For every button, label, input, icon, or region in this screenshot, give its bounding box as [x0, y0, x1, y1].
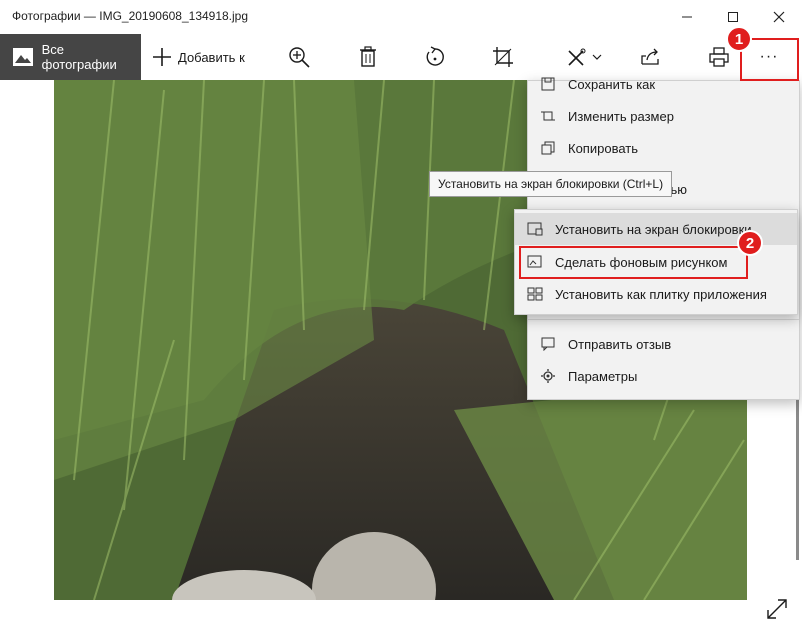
add-to-button[interactable]: Добавить к: [152, 34, 245, 80]
expand-icon: [767, 599, 787, 619]
save-icon: [540, 76, 556, 92]
tooltip: Установить на экран блокировки (Ctrl+L): [429, 171, 673, 197]
menu-item-label: Изменить размер: [568, 108, 674, 124]
menu-item-label: Сохранить как: [568, 76, 656, 92]
delete-icon: [360, 46, 376, 67]
minimize-icon: [682, 16, 692, 18]
fullscreen-button[interactable]: [764, 596, 790, 622]
crop-button[interactable]: [489, 34, 517, 80]
menu-item-label: Параметры: [568, 368, 638, 384]
menu-item-label: Копировать: [568, 140, 638, 156]
settings-icon: [540, 368, 556, 384]
lockscreen-icon: [527, 221, 543, 237]
minimize-button[interactable]: [664, 2, 710, 32]
zoom-button[interactable]: [285, 34, 313, 80]
zoom-in-icon: [289, 47, 310, 68]
edit-icon: [568, 48, 586, 66]
highlight-wallpaper-item: [519, 246, 748, 279]
tile-icon: [527, 286, 543, 302]
title-bar: Фотографии — IMG_20190608_134918.jpg: [0, 0, 802, 34]
submenu-item-tile[interactable]: Установить как плитку приложения: [515, 278, 797, 310]
all-photos-button[interactable]: Все фотографии: [0, 34, 141, 80]
feedback-icon: [540, 336, 556, 352]
window-title: Фотографии — IMG_20190608_134918.jpg: [12, 9, 249, 23]
all-photos-label: Все фотографии: [41, 42, 117, 72]
menu-item-copy[interactable]: Копировать: [528, 132, 799, 164]
chevron-down-icon: [592, 54, 602, 60]
photo-icon: [13, 48, 33, 66]
menu-item-resize[interactable]: Изменить размер: [528, 100, 799, 132]
copy-icon: [540, 140, 556, 156]
close-button[interactable]: [756, 2, 802, 32]
annotation-badge-1: 1: [726, 26, 752, 52]
rotate-icon: [426, 46, 444, 66]
delete-button[interactable]: [354, 34, 382, 80]
submenu-item-label: Установить на экран блокировки: [555, 221, 752, 237]
share-icon: [641, 48, 659, 65]
maximize-icon: [728, 12, 738, 22]
resize-icon: [540, 108, 556, 124]
close-icon: [773, 11, 785, 23]
annotation-badge-2: 2: [737, 230, 763, 256]
submenu-item-label: Установить как плитку приложения: [555, 286, 767, 302]
print-icon: [709, 47, 729, 67]
menu-item-label: Отправить отзыв: [568, 336, 672, 352]
add-to-label: Добавить к: [178, 49, 245, 65]
menu-item-feedback[interactable]: Отправить отзыв: [528, 328, 799, 360]
menu-item-settings[interactable]: Параметры: [528, 360, 799, 392]
rotate-button[interactable]: [421, 34, 449, 80]
plus-icon: [153, 48, 171, 66]
crop-icon: [493, 47, 513, 67]
menu-separator: [528, 319, 799, 320]
